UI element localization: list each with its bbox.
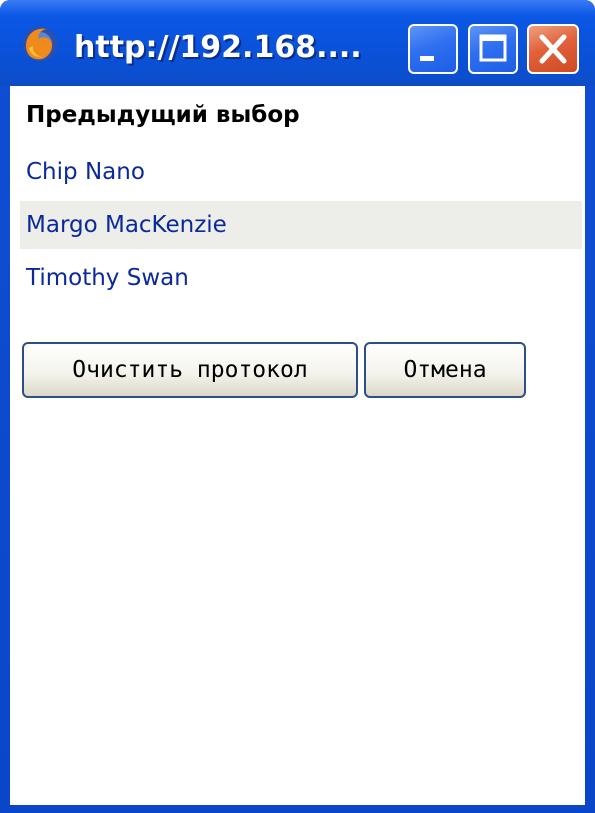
- cancel-button[interactable]: Отмена: [364, 342, 526, 398]
- title-bar[interactable]: http://192.168....: [0, 0, 595, 86]
- clear-history-button[interactable]: Очистить протокол: [22, 342, 358, 398]
- close-icon: [539, 34, 567, 64]
- list-item[interactable]: Margo MacKenzie: [20, 201, 582, 249]
- close-button[interactable]: [527, 24, 579, 74]
- list-item[interactable]: Chip Nano: [20, 148, 582, 196]
- previous-selection-heading: Предыдущий выбор: [26, 102, 300, 128]
- firefox-icon: [20, 24, 60, 64]
- browser-popup-window: http://192.168.... Предыдущий выбор Chip…: [0, 0, 595, 813]
- popup-content: Предыдущий выбор Chip Nano Margo MacKenz…: [10, 86, 585, 805]
- list-item[interactable]: Timothy Swan: [20, 254, 582, 302]
- maximize-icon: [479, 34, 507, 62]
- minimize-icon: [420, 56, 434, 61]
- maximize-button[interactable]: [468, 24, 518, 74]
- window-title: http://192.168....: [74, 30, 362, 65]
- minimize-button[interactable]: [408, 24, 458, 74]
